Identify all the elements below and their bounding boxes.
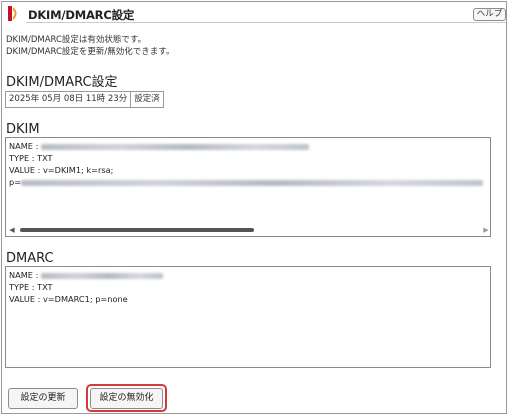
settings-status-badge: 設定済	[130, 92, 163, 107]
scroll-right-arrow-icon[interactable]: ▶	[482, 226, 490, 234]
title-divider	[26, 22, 506, 23]
dmarc-name-line: NAME :	[6, 269, 490, 281]
dmarc-type-line: TYPE : TXT	[9, 282, 53, 292]
dkim-horizontal-scrollbar[interactable]: ◀ ▶	[8, 226, 490, 234]
action-description: DKIM/DMARC設定を更新/無効化できます。	[6, 47, 175, 57]
scroll-left-arrow-icon[interactable]: ◀	[8, 226, 16, 234]
dkim-record-box[interactable]: NAME : TYPE : TXT VALUE : v=DKIM1; k=rsa…	[5, 137, 491, 237]
page-title: DKIM/DMARC設定	[28, 8, 135, 22]
settings-status-table: 2025年 05月 08日 11時 23分 設定済	[5, 91, 164, 108]
redacted-dkim-name	[40, 143, 309, 150]
dmarc-name-label: NAME :	[9, 270, 41, 280]
dkim-type-line: TYPE : TXT	[9, 153, 53, 163]
dmarc-value-line: VALUE : v=DMARC1; p=none	[9, 294, 128, 304]
dkim-value-line: VALUE : v=DKIM1; k=rsa;	[9, 165, 114, 175]
settings-heading: DKIM/DMARC設定	[6, 75, 118, 90]
help-button[interactable]: ヘルプ	[473, 8, 506, 21]
status-description: DKIM/DMARC設定は有効状態です。	[6, 35, 147, 45]
dkim-name-line: NAME :	[6, 140, 490, 152]
dkim-p-line: p=	[6, 176, 490, 188]
update-settings-button[interactable]: 設定の更新	[8, 388, 78, 409]
redacted-dkim-key	[21, 179, 484, 186]
redacted-dmarc-name	[40, 272, 163, 279]
page-header: DKIM/DMARC設定 ヘルプ	[2, 2, 506, 24]
dkim-heading: DKIM	[6, 122, 40, 137]
brand-logo-icon	[8, 6, 17, 21]
disable-settings-button[interactable]: 設定の無効化	[90, 388, 163, 409]
dmarc-record-box[interactable]: NAME : TYPE : TXT VALUE : v=DMARC1; p=no…	[5, 266, 491, 368]
scroll-thumb[interactable]	[20, 228, 254, 232]
dkim-name-label: NAME :	[9, 141, 41, 151]
dmarc-heading: DMARC	[6, 251, 54, 266]
settings-timestamp: 2025年 05月 08日 11時 23分	[9, 94, 128, 104]
dkim-p-label: p=	[9, 177, 22, 187]
